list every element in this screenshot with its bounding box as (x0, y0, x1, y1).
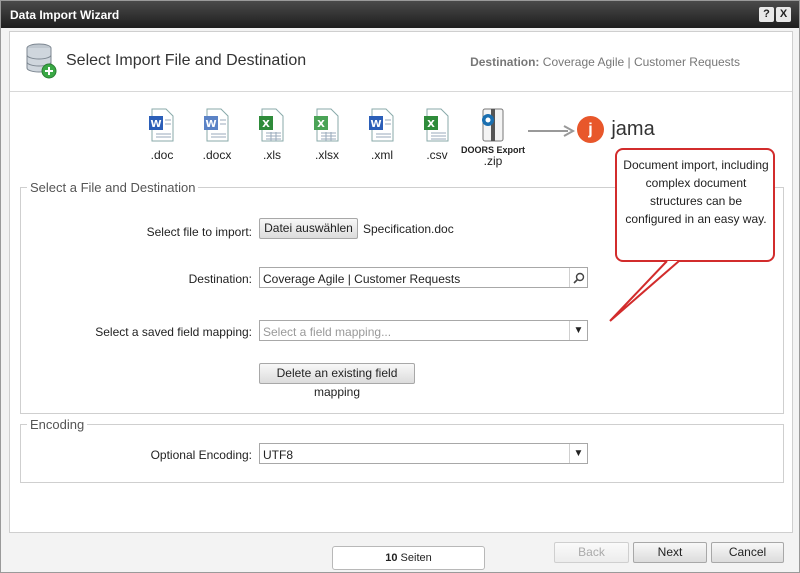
jama-logo-icon: j (577, 116, 604, 143)
wizard-header: Select Import File and Destination Desti… (10, 32, 792, 92)
select-file-label: Select file to import: (146, 225, 252, 239)
delete-field-mapping-button[interactable]: Delete an existing field mapping (259, 363, 415, 399)
svg-text:X: X (427, 119, 435, 130)
encoding-value: UTF8 (263, 448, 293, 462)
word-docx-icon: W (204, 108, 229, 142)
excel-xls-icon: X (259, 108, 284, 142)
svg-text:W: W (205, 119, 216, 130)
encoding-select[interactable]: UTF8 ▼ (259, 443, 588, 464)
field-mapping-select[interactable]: Select a field mapping... ▼ (259, 320, 588, 341)
next-button[interactable]: Next (633, 542, 707, 563)
page-count-number: 10 (385, 552, 398, 564)
word-doc-icon: W (149, 108, 174, 142)
destination-value: Coverage Agile | Customer Requests (263, 272, 461, 286)
chevron-down-icon[interactable]: ▼ (569, 321, 587, 340)
filetype-docx-label: .docx (202, 148, 232, 162)
filetype-xlsx-label: .xlsx (315, 148, 339, 162)
field-mapping-placeholder: Select a field mapping... (263, 325, 392, 339)
arrow-right-icon (528, 125, 576, 137)
excel-xlsx-icon: X (314, 108, 339, 142)
choose-file-button[interactable]: Datei auswählen (259, 218, 358, 239)
filetype-doors-zip: DOORS Export .zip (458, 108, 528, 167)
annotation-callout-text: Document import, including complex docum… (623, 158, 769, 226)
filetype-xls: X .xls (248, 108, 296, 162)
help-button[interactable]: ? (759, 7, 774, 22)
header-destination: Destination: Coverage Agile | Customer R… (470, 55, 740, 69)
svg-text:X: X (317, 119, 325, 130)
excel-csv-icon: X (424, 108, 449, 142)
svg-text:X: X (262, 119, 270, 130)
header-destination-value: Coverage Agile | Customer Requests (542, 55, 740, 69)
filetype-xls-label: .xls (263, 148, 281, 162)
encoding-legend: Encoding (30, 417, 85, 432)
annotation-callout: Document import, including complex docum… (615, 148, 775, 262)
optional-encoding-label: Optional Encoding: (150, 448, 252, 462)
back-button[interactable]: Back (554, 542, 629, 563)
filetype-zip-label: .zip (483, 154, 503, 168)
close-button[interactable]: X (776, 7, 791, 22)
filetype-csv-label: .csv (426, 148, 448, 162)
destination-search-button[interactable] (569, 268, 587, 287)
jama-brand-text: jama (611, 118, 655, 140)
field-mapping-label: Select a saved field mapping: (95, 325, 252, 339)
page-count-word: Seiten (400, 552, 432, 564)
word-xml-icon: W (369, 108, 394, 142)
title-bar: Data Import Wizard ? X (1, 1, 799, 28)
filetype-xml: W .xml (358, 108, 406, 162)
filetype-xlsx: X .xlsx (303, 108, 351, 162)
header-destination-label: Destination: (470, 55, 540, 69)
chevron-down-icon[interactable]: ▼ (569, 444, 587, 463)
data-import-wizard-window: Data Import Wizard ? X Select Import Fil… (0, 0, 800, 573)
filetype-doc: W .doc (138, 108, 186, 162)
database-add-icon (26, 43, 57, 79)
doors-zip-icon (482, 108, 504, 142)
file-destination-legend: Select a File and Destination (30, 180, 196, 195)
filetype-xml-label: .xml (371, 148, 393, 162)
filetype-docx: W .docx (193, 108, 241, 162)
destination-field[interactable]: Coverage Agile | Customer Requests (259, 267, 588, 288)
chosen-file-name: Specification.doc (363, 222, 454, 236)
svg-text:W: W (150, 119, 161, 130)
jama-logo: j jama (577, 116, 655, 143)
filetype-doc-label: .doc (150, 148, 174, 162)
cancel-button[interactable]: Cancel (711, 542, 784, 563)
search-icon (572, 272, 584, 284)
window-title: Data Import Wizard (10, 8, 120, 22)
svg-text:W: W (370, 119, 381, 130)
filetype-csv: X .csv (413, 108, 461, 162)
callout-pointer (609, 260, 680, 322)
page-title: Select Import File and Destination (66, 52, 307, 69)
page-count-indicator: 10 Seiten (332, 546, 485, 570)
destination-label: Destination: (188, 272, 252, 286)
